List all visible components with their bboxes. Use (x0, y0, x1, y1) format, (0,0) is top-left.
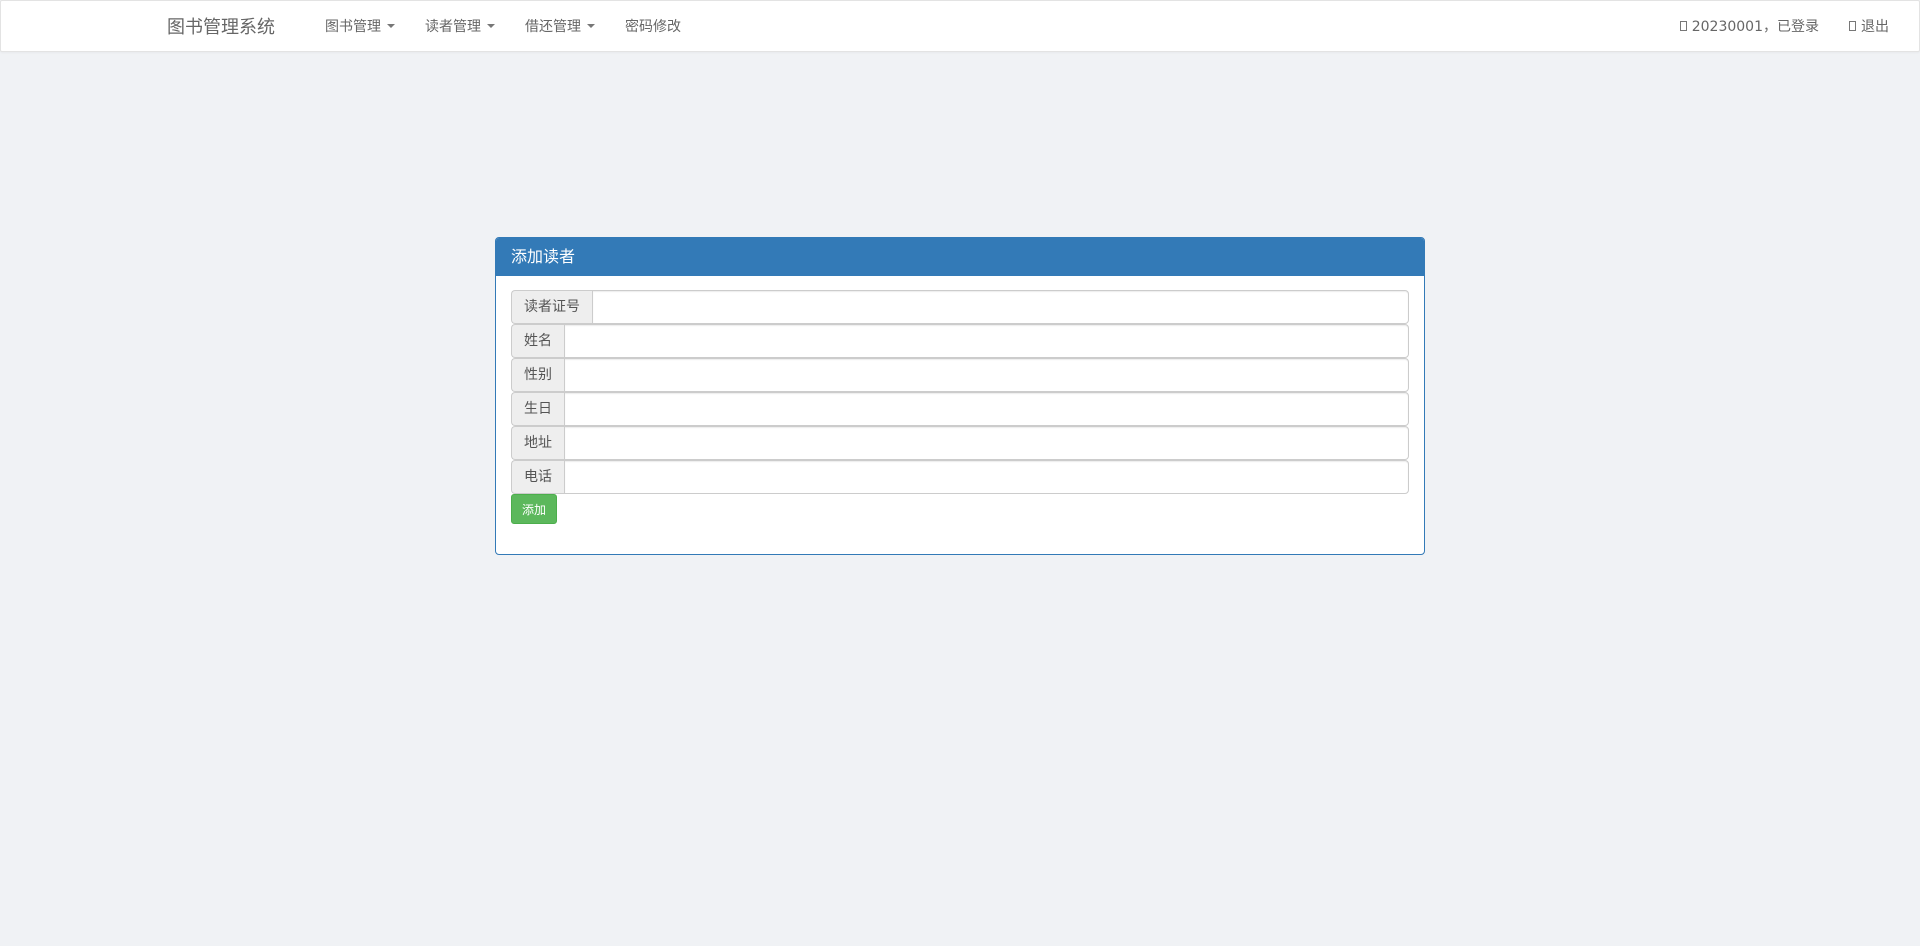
menu-label: 读者管理 (425, 19, 481, 35)
user-status-text: 20230001，已登录 (1691, 19, 1819, 35)
phone-group: 电话 (511, 460, 1409, 494)
caret-down-icon (487, 24, 495, 28)
caret-down-icon (587, 24, 595, 28)
birthday-input[interactable] (564, 392, 1409, 426)
name-input[interactable] (564, 324, 1409, 358)
address-group: 地址 (511, 426, 1409, 460)
address-label: 地址 (511, 426, 564, 460)
menu-label: 图书管理 (325, 19, 381, 35)
menu-borrow-return[interactable]: 借还管理 (525, 16, 595, 36)
add-reader-panel: 添加读者 读者证号 姓名 性别 生日 地址 电话 添加 (495, 237, 1425, 555)
menu-reader-management[interactable]: 读者管理 (425, 16, 495, 36)
menu-label: 借还管理 (525, 19, 581, 35)
app-brand[interactable]: 图书管理系统 (167, 13, 275, 39)
name-group: 姓名 (511, 324, 1409, 358)
add-reader-form: 读者证号 姓名 性别 生日 地址 电话 添加 (496, 276, 1424, 524)
menu-change-password[interactable]: 密码修改 (625, 16, 681, 36)
logout-link[interactable]: 退出 (1849, 16, 1889, 36)
phone-label: 电话 (511, 460, 564, 494)
caret-down-icon (387, 24, 395, 28)
reader-id-label: 读者证号 (511, 290, 592, 324)
gender-label: 性别 (511, 358, 564, 392)
phone-input[interactable] (564, 460, 1409, 494)
user-status-link[interactable]: 20230001，已登录 (1679, 16, 1819, 36)
main-menu: 图书管理 读者管理 借还管理 密码修改 (325, 1, 711, 51)
birthday-group: 生日 (511, 392, 1409, 426)
user-icon (1679, 21, 1687, 31)
top-navbar: 图书管理系统 图书管理 读者管理 借还管理 密码修改 20230001，已登录 … (0, 0, 1920, 52)
add-button[interactable]: 添加 (511, 494, 558, 524)
gender-input[interactable] (564, 358, 1409, 392)
gender-group: 性别 (511, 358, 1409, 392)
birthday-label: 生日 (511, 392, 564, 426)
user-area: 20230001，已登录 退出 (1650, 1, 1889, 51)
menu-book-management[interactable]: 图书管理 (325, 16, 395, 36)
name-label: 姓名 (511, 324, 564, 358)
reader-id-input[interactable] (592, 290, 1409, 324)
panel-title: 添加读者 (496, 238, 1424, 276)
logout-icon (1849, 21, 1856, 31)
menu-label: 密码修改 (625, 19, 681, 35)
address-input[interactable] (564, 426, 1409, 460)
reader-id-group: 读者证号 (511, 290, 1409, 324)
logout-label: 退出 (1861, 19, 1889, 35)
